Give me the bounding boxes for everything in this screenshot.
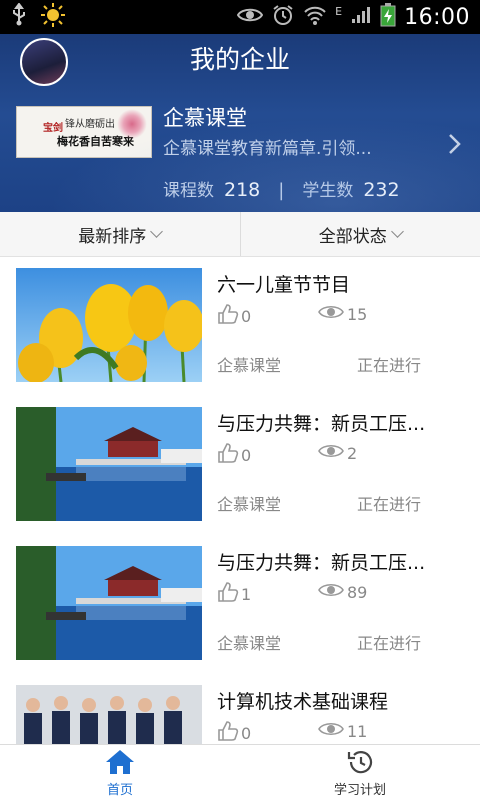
student-count-value: 232 <box>363 179 399 201</box>
eye-icon <box>318 721 344 741</box>
eye-icon <box>318 443 344 463</box>
org-stats: 课程数 218 | 学生数 232 <box>163 176 400 201</box>
student-count-label: 学生数 <box>302 176 353 201</box>
network-type-label: E <box>335 5 342 18</box>
course-title: 与压力共舞：新员工压... <box>217 548 457 575</box>
views-count: 2 <box>347 444 357 463</box>
course-thumbnail <box>16 268 202 382</box>
eye-icon <box>318 304 344 324</box>
plum-blossom-decoration <box>117 109 147 139</box>
course-owner: 企慕课堂 <box>217 491 281 515</box>
course-title: 六一儿童节节目 <box>217 270 457 297</box>
weather-sun-icon <box>40 2 66 32</box>
sort-dropdown[interactable]: 最新排序 <box>0 212 240 256</box>
stats-separator: | <box>278 180 284 201</box>
course-count-value: 218 <box>224 179 260 201</box>
tab-study-plan-label: 学习计划 <box>334 779 386 798</box>
chevron-down-icon <box>391 225 404 238</box>
course-status: 正在进行 <box>357 491 421 515</box>
course-views: 15 <box>318 304 367 324</box>
likes-count: 0 <box>241 446 251 465</box>
course-likes[interactable]: 1 <box>217 582 251 606</box>
likes-count: 0 <box>241 724 251 743</box>
course-item[interactable]: 与压力共舞：新员工压... 1 89 企慕课堂 正在进行 <box>0 534 480 673</box>
course-status: 正在进行 <box>357 630 421 654</box>
org-logo-line1: 锋从磨砺出 <box>65 115 115 130</box>
course-title: 与压力共舞：新员工压... <box>217 409 457 436</box>
course-owner: 企慕课堂 <box>217 352 281 376</box>
status-dropdown-label: 全部状态 <box>319 222 387 247</box>
thumbs-up-icon <box>217 582 239 606</box>
sort-dropdown-label: 最新排序 <box>78 222 146 247</box>
eye-icon <box>237 6 263 28</box>
course-views: 89 <box>318 582 367 602</box>
org-logo-image: 宝剑 锋从磨砺出 梅花香自苦寒来 <box>16 106 152 158</box>
course-list: 六一儿童节节目 0 15 企慕课堂 正在进行 与压力共 <box>0 256 480 744</box>
clock-time: 16:00 <box>404 5 470 30</box>
course-likes[interactable]: 0 <box>217 304 251 328</box>
course-item[interactable]: 计算机技术基础课程 0 11 <box>0 673 480 744</box>
course-thumbnail <box>16 546 202 660</box>
eye-icon <box>318 582 344 602</box>
course-item[interactable]: 六一儿童节节目 0 15 企慕课堂 正在进行 <box>0 256 480 395</box>
course-status: 正在进行 <box>357 352 421 376</box>
page-title: 我的企业 <box>0 42 480 78</box>
course-thumbnail <box>16 407 202 521</box>
enterprise-header: 我的企业 宝剑 锋从磨砺出 梅花香自苦寒来 企慕课堂 企慕课堂教育新篇章.引领.… <box>0 34 480 212</box>
course-views: 2 <box>318 443 357 463</box>
chevron-down-icon <box>150 225 163 238</box>
likes-count: 1 <box>241 585 251 604</box>
org-logo-seal: 宝剑 <box>43 119 63 134</box>
status-dropdown[interactable]: 全部状态 <box>240 212 480 256</box>
course-item[interactable]: 与压力共舞：新员工压... 0 2 企慕课堂 正在进行 <box>0 395 480 534</box>
course-thumbnail <box>16 685 202 744</box>
views-count: 11 <box>347 722 367 741</box>
views-count: 15 <box>347 305 367 324</box>
thumbs-up-icon <box>217 443 239 467</box>
bottom-nav: 首页 学习计划 <box>0 744 480 801</box>
alarm-icon <box>271 3 295 31</box>
course-count-label: 课程数 <box>163 176 214 201</box>
course-owner: 企慕课堂 <box>217 630 281 654</box>
filter-bar: 最新排序 全部状态 <box>0 212 480 257</box>
clock-history-icon <box>346 749 374 779</box>
org-logo-line2: 梅花香自苦寒来 <box>57 133 134 149</box>
battery-charging-icon <box>380 3 396 31</box>
thumbs-up-icon <box>217 721 239 744</box>
status-bar: E 16:00 <box>0 0 480 34</box>
org-name[interactable]: 企慕课堂 <box>163 102 247 132</box>
tab-study-plan[interactable]: 学习计划 <box>240 745 480 801</box>
wifi-icon <box>303 4 327 30</box>
org-description: 企慕课堂教育新篇章.引领... <box>163 134 372 159</box>
course-likes[interactable]: 0 <box>217 443 251 467</box>
usb-icon <box>10 3 28 31</box>
likes-count: 0 <box>241 307 251 326</box>
tab-home[interactable]: 首页 <box>0 745 240 801</box>
thumbs-up-icon <box>217 304 239 328</box>
views-count: 89 <box>347 583 367 602</box>
tab-home-label: 首页 <box>107 779 133 798</box>
course-views: 11 <box>318 721 367 741</box>
course-title: 计算机技术基础课程 <box>217 687 457 714</box>
signal-icon <box>350 5 372 29</box>
home-icon <box>105 749 135 779</box>
chevron-right-icon[interactable] <box>448 132 462 162</box>
course-likes[interactable]: 0 <box>217 721 251 744</box>
